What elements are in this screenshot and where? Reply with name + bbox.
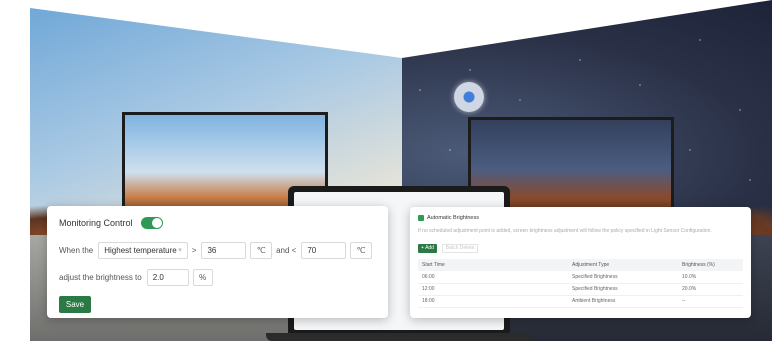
adjust-label: adjust the brightness to (59, 272, 142, 282)
column-header[interactable]: Start Time (418, 259, 568, 271)
upper-threshold-input[interactable]: 70 (301, 241, 347, 259)
light-sensor-icon (454, 82, 484, 112)
operator-label: > (191, 245, 197, 255)
condition-value: Highest temperature (104, 245, 177, 255)
when-label: When the (59, 245, 94, 255)
chevron-down-icon: ▾ (178, 247, 182, 254)
threshold-input[interactable]: 36 (201, 241, 247, 259)
table-header-row: Start Time Adjustment Type Brightness (%… (418, 259, 743, 271)
table-cell: Ambient Brightness (568, 295, 678, 308)
brightness-input[interactable]: 2.0 (146, 268, 189, 286)
column-header[interactable]: Brightness (%) (678, 259, 743, 271)
table-row[interactable]: 12:00 Specified Brightness 20.0% (418, 283, 743, 296)
percent-unit: % (192, 268, 213, 286)
table-cell: 12:00 (418, 283, 568, 296)
column-header[interactable]: Adjustment Type (568, 259, 678, 271)
table-cell: 20.0% (678, 283, 743, 296)
table-cell: 10.0% (678, 271, 743, 284)
monitoring-control-title: Monitoring Control (59, 218, 133, 228)
table-cell: Specified Brightness (568, 283, 678, 296)
save-button[interactable]: Save (59, 295, 91, 313)
table-cell: Specified Brightness (568, 271, 678, 284)
table-cell: -- (678, 295, 743, 308)
threshold-unit: ℃ (250, 241, 273, 259)
laptop-base (266, 333, 532, 341)
condition-select[interactable]: Highest temperature ▾ (98, 241, 188, 259)
table-cell: 06:00 (418, 271, 568, 284)
add-button[interactable]: + Add (418, 243, 437, 253)
monitoring-control-panel: Monitoring Control When the Highest temp… (47, 206, 388, 318)
table-cell: 18:00 (418, 295, 568, 308)
automatic-brightness-panel: Automatic Brightness If no scheduled adj… (410, 207, 751, 318)
auto-brightness-checkbox[interactable] (418, 214, 424, 221)
upper-threshold-unit: ℃ (350, 241, 372, 259)
schedule-table: Start Time Adjustment Type Brightness (%… (418, 259, 743, 308)
and-label: and < (276, 245, 297, 255)
monitoring-toggle[interactable] (140, 217, 163, 229)
batch-delete-button[interactable]: Batch Delete (442, 243, 478, 253)
table-row[interactable]: 06:00 Specified Brightness 10.0% (418, 271, 743, 284)
table-row[interactable]: 18:00 Ambient Brightness -- (418, 295, 743, 308)
auto-brightness-title: Automatic Brightness (427, 214, 479, 221)
auto-brightness-description: If no scheduled adjustment point is adde… (418, 228, 712, 234)
